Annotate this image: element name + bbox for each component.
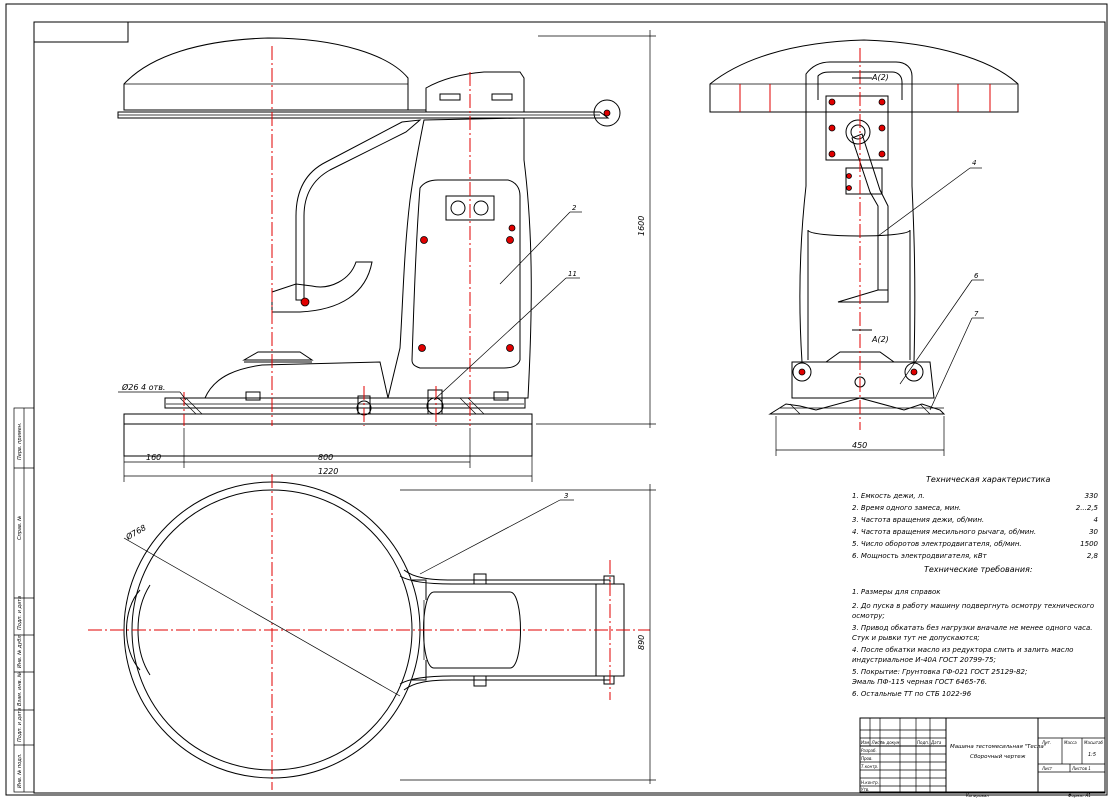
tech-spec-row-2-label: 2. Время одного замеса, мин. — [852, 504, 961, 512]
front-column-body — [387, 117, 532, 399]
tech-req-line-2: 2. До пуска в работу машину подвергнуть … — [852, 602, 1094, 610]
front-motor-housing — [425, 71, 525, 113]
tech-spec-row-3-value: 4 — [1094, 516, 1098, 524]
tb-name-line2: Сборочный чертеж — [970, 754, 1026, 760]
side-column — [799, 61, 916, 363]
front-bowl-platform — [242, 351, 314, 361]
tech-spec-row-2-value: 2...2,5 — [1076, 504, 1099, 512]
tech-spec-row-6-value: 2,8 — [1087, 552, 1099, 560]
tech-spec-row-5-label: 5. Число оборотов электродвигателя, об/м… — [852, 540, 1022, 548]
dim-160: 160 — [146, 453, 161, 462]
front-base-plate — [123, 397, 533, 457]
front-column-door — [411, 179, 521, 369]
tech-req-line-8: 5. Покрытие: Грунтовка ГФ-021 ГОСТ 25129… — [852, 668, 1027, 676]
front-anchor-bolts — [245, 389, 509, 416]
left-side-strip: Перв. примен. Справ. № Подп. и дата Инв.… — [13, 407, 35, 793]
front-bowl-lid — [123, 37, 409, 111]
tb-podp: Подп. — [917, 740, 929, 745]
dim-890: 890 — [637, 635, 646, 650]
tb-ndokum: № докум. — [880, 740, 901, 745]
strip-label-6: Подп. и дата — [17, 708, 23, 742]
callout-6: 6 — [974, 272, 979, 280]
strip-label-1: Перв. примен. — [17, 422, 23, 460]
tech-req-line-4: 3. Привод обкатать без нагрузки вначале … — [852, 624, 1092, 632]
strip-label-4: Инв. № дубл. — [17, 634, 23, 668]
dim-450: 450 — [852, 441, 867, 450]
strip-label-5: Взам. инв. № — [17, 672, 23, 706]
tech-req-line-10: 6. Остальные ТТ по СТБ 1022-96 — [852, 690, 972, 698]
strip-label-3: Подп. и дата — [17, 596, 23, 630]
side-base — [791, 361, 935, 399]
strip-label-7: Инв. № подл. — [17, 754, 23, 789]
plan-view: Ø768 3 890 — [88, 474, 656, 790]
tb-bottom-copy: Копировал — [966, 793, 989, 798]
tb-prov: Пров. — [861, 756, 873, 761]
tb-sheets: Листов 1 — [1071, 766, 1091, 771]
tech-specs-title: Техническая характеристика — [926, 475, 1051, 484]
tech-req-title: Технические требования: — [924, 565, 1033, 574]
tech-req-line-7: индустриальное И-40А ГОСТ 20799-75; — [852, 656, 996, 664]
tb-razrab: Разраб. — [861, 748, 877, 753]
tech-spec-row-4-value: 30 — [1089, 528, 1098, 536]
tb-nkontr: Н.контр. — [861, 780, 879, 785]
tech-spec-row-3-label: 3. Частота вращения дежи, об/мин. — [852, 516, 984, 524]
tb-data: Дата — [930, 740, 942, 745]
tech-requirements: Технические требования: 1. Размеры для с… — [851, 565, 1094, 698]
callout-2: 2 — [572, 204, 577, 212]
tech-spec-row-5-value: 1500 — [1080, 540, 1098, 548]
hole-note: Ø26 4 отв. — [121, 382, 165, 392]
tb-tkontr: Т.контр. — [861, 764, 878, 769]
tb-sheet: Лист — [1041, 766, 1053, 771]
tech-spec-row-1-label: 1. Емкость дежи, л. — [852, 492, 925, 500]
side-kneading-arm — [851, 133, 889, 291]
tech-req-line-3: осмотру; — [852, 612, 885, 620]
tech-spec-row-1-value: 330 — [1085, 492, 1099, 500]
tech-req-line-6: 4. После обкатки масло из редуктора слит… — [852, 646, 1073, 654]
assembly-drawing-sheet: Перв. примен. Справ. № Подп. и дата Инв.… — [5, 3, 1108, 798]
tb-izm: Изм. Лист — [861, 740, 882, 745]
dim-1600: 1600 — [637, 216, 646, 236]
side-view: A(2) A(2) 4 6 7 450 — [709, 39, 1019, 456]
callout-11: 11 — [568, 270, 577, 278]
tb-utv: Утв. — [861, 787, 869, 792]
callout-4: 4 — [972, 159, 976, 167]
front-view: 2 11 Ø26 4 отв. 1600 160 800 1220 — [117, 30, 656, 482]
callout-7: 7 — [974, 310, 979, 318]
front-kneading-arm — [295, 119, 422, 301]
dim-diam-plan: Ø768 — [123, 522, 148, 542]
tech-specs: Техническая характеристика 1. Емкость де… — [852, 475, 1099, 560]
tb-stage: Лит. — [1041, 740, 1051, 745]
strip-label-2: Справ. № — [17, 516, 23, 540]
dim-1220: 1220 — [318, 467, 338, 476]
tb-col-mass: Масса — [1064, 740, 1077, 745]
tech-spec-row-6-label: 6. Мощность электродвигателя, кВт — [852, 552, 988, 560]
section-mark-bottom: A(2) — [871, 335, 889, 344]
title-block: Изм. Лист № докум. Подп. Дата Разраб. Пр… — [859, 717, 1106, 798]
tb-scale: 1:5 — [1088, 752, 1096, 758]
tb-bottom-format: Формат А1 — [1068, 793, 1091, 798]
side-bowl-lid — [709, 39, 1019, 113]
front-kneading-hook — [271, 261, 373, 313]
dim-800: 800 — [318, 453, 333, 462]
tech-req-line-5: Стук и рывки тут не допускаются; — [852, 634, 980, 642]
tech-req-line-1: 1. Размеры для справок — [852, 588, 941, 596]
tech-req-line-9: Эмаль ПФ-115 черная ГОСТ 6465-76. — [851, 678, 987, 686]
section-mark-top: A(2) — [871, 73, 889, 82]
tb-col-scale: Масштаб — [1084, 740, 1104, 745]
front-bowl-support — [204, 361, 389, 399]
callout-3: 3 — [564, 492, 568, 500]
tech-spec-row-4-label: 4. Частота вращения месильного рычага, о… — [852, 528, 1036, 536]
tb-name-line1: Машина тестомесильная "Тесла" — [950, 744, 1046, 750]
